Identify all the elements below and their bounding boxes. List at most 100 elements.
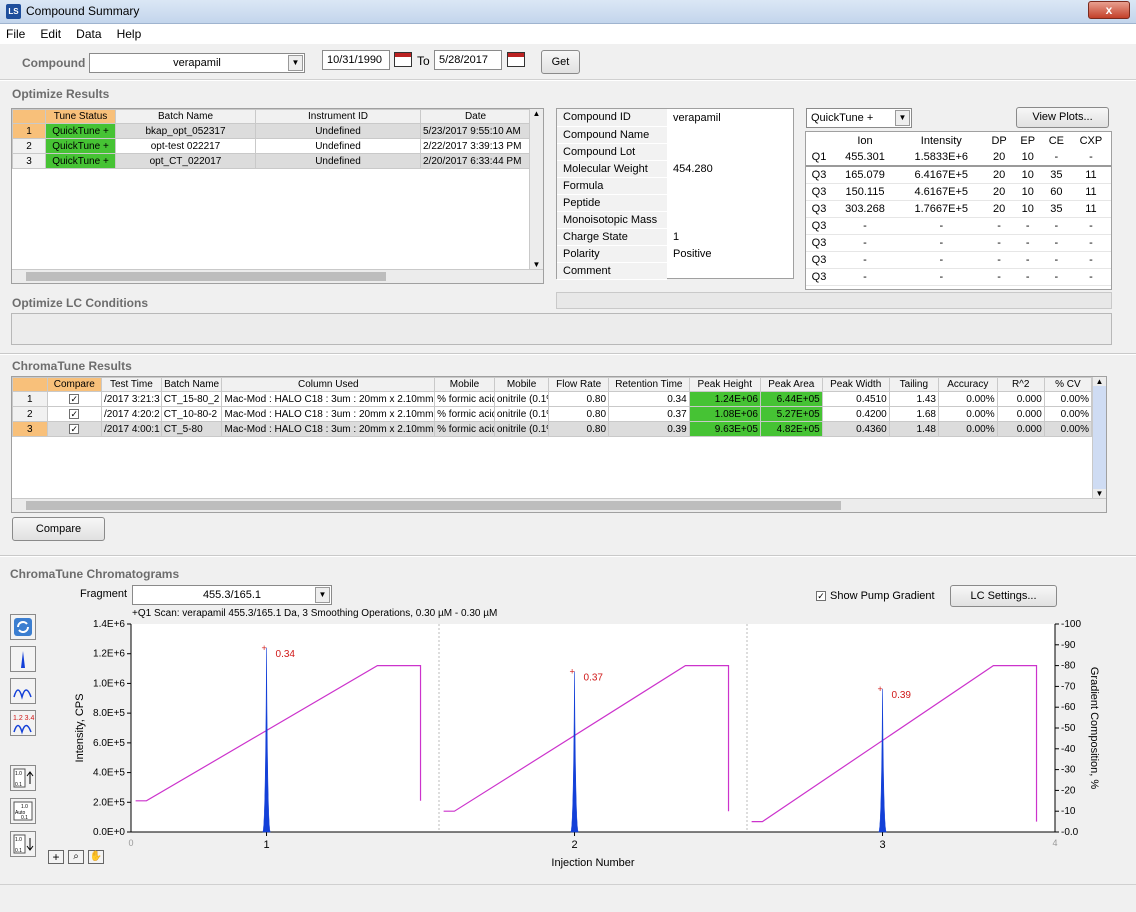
menu-data[interactable]: Data	[70, 24, 107, 41]
y-tick-label: 8.0E+5	[93, 708, 125, 719]
overlay-peaks-icon	[13, 689, 32, 700]
chevron-down-icon[interactable]: ▼	[315, 587, 330, 603]
y-tick-label: 4.0E+5	[93, 768, 125, 779]
col-header[interactable]: Date	[420, 109, 531, 124]
svg-text:0.1: 0.1	[15, 848, 22, 854]
zoom-up-button[interactable]: 1.0 0.1	[10, 765, 36, 791]
col-header[interactable]: Tune Status	[45, 109, 116, 124]
table-row[interactable]: 3 QuickTune + opt_CT_022017 Undefined 2/…	[12, 153, 531, 169]
table-row[interactable]: 2 ✓ /2017 4:20:2 CT_10-80-2 Mac-Mod : HA…	[12, 406, 1093, 422]
y-tick-label: 2.0E+5	[93, 797, 125, 808]
y2-tick-label: -60	[1061, 702, 1076, 713]
chromatune-table: Compare Test Time Batch Name Column Used…	[11, 376, 1107, 513]
x-range-label: 0	[128, 838, 133, 848]
y2-tick-label: -80	[1061, 661, 1076, 672]
chevron-down-icon[interactable]: ▼	[895, 110, 910, 126]
peak-view-button[interactable]	[10, 646, 36, 672]
chevron-down-icon[interactable]: ▼	[288, 55, 303, 71]
date-to-field[interactable]: 5/28/2017	[434, 50, 502, 70]
quicktune-table: Ion Intensity DP EP CE CXP Q1 455.301 1.58…	[805, 131, 1112, 290]
corner-cell[interactable]	[12, 377, 48, 392]
col-header[interactable]: Instrument ID	[255, 109, 421, 124]
view-plots-button[interactable]: View Plots...	[1016, 107, 1109, 128]
svg-text:0.1: 0.1	[15, 782, 22, 788]
overlay-view-button[interactable]	[10, 678, 36, 704]
toolbar: Compound verapamil ▼ 10/31/1990 To 5/28/…	[0, 44, 1136, 80]
col-header[interactable]: Batch Name	[115, 109, 256, 124]
table-row[interactable]: 1 ✓ /2017 3:21:3 CT_15-80_2 Mac-Mod : HA…	[12, 391, 1093, 407]
scale-down-icon: 1.0 0.1	[13, 834, 34, 854]
auto-scale-button[interactable]: 1.0 Auto 0.1	[10, 798, 36, 824]
compare-checkbox[interactable]: ✓	[69, 393, 80, 404]
x-range-label: 4	[1052, 838, 1057, 848]
menu-help[interactable]: Help	[111, 24, 148, 41]
table-row[interactable]: Q3- - - - - -	[806, 251, 1111, 269]
show-pump-gradient-label: Show Pump Gradient	[830, 590, 935, 602]
x-tick-label: 2	[571, 839, 577, 851]
table-row[interactable]: Q3 303.268 1.7667E+5 20 10 35 11	[806, 200, 1111, 218]
chromatune-title: ChromaTune Results	[12, 359, 132, 373]
get-button[interactable]: Get	[541, 50, 580, 74]
menu-bar: File Edit Data Help	[0, 24, 1136, 44]
zoom-down-button[interactable]: 1.0 0.1	[10, 831, 36, 857]
table-row[interactable]: Q3- - - - - -	[806, 268, 1111, 286]
y2-tick-label: -20	[1061, 785, 1076, 796]
lc-settings-button[interactable]: LC Settings...	[950, 585, 1057, 607]
date-from-field[interactable]: 10/31/1990	[322, 50, 390, 70]
status-bar	[0, 884, 1136, 912]
svg-text:1.0: 1.0	[15, 771, 22, 777]
table-row[interactable]: 3 ✓ /2017 4:00:1 CT_5-80 Mac-Mod : HALO …	[12, 421, 1093, 437]
table-row[interactable]: 2 QuickTune + opt-test 022217 Undefined …	[12, 138, 531, 154]
svg-text:1.0: 1.0	[15, 837, 22, 843]
compare-checkbox[interactable]: ✓	[69, 408, 80, 419]
peak-rt-label: 0.34	[276, 649, 296, 660]
table-row[interactable]: Q3- - - - - -	[806, 217, 1111, 235]
vertical-scrollbar[interactable]: ▲ ▼	[1092, 377, 1106, 498]
compound-select[interactable]: verapamil ▼	[89, 53, 305, 73]
calendar-icon[interactable]	[507, 52, 525, 67]
y2-tick-label: -30	[1061, 765, 1076, 776]
vertical-scrollbar[interactable]: ▲ ▼	[529, 109, 543, 269]
compare-button[interactable]: Compare	[12, 517, 105, 541]
show-pump-gradient-checkbox[interactable]: ✓	[816, 591, 826, 601]
y-tick-label: 1.4E+6	[93, 619, 125, 630]
peak-rt-label: 0.37	[584, 673, 604, 684]
menu-file[interactable]: File	[0, 24, 31, 41]
y2-tick-label: -70	[1061, 681, 1076, 692]
y-tick-label: 6.0E+5	[93, 738, 125, 749]
compare-checkbox[interactable]: ✓	[69, 423, 80, 434]
chromatogram-chart[interactable]: 0.0E+0 2.0E+5 4.0E+5 6.0E+5 8.0E+5 1.0E+6 1.2E…	[40, 610, 1136, 882]
fragment-select[interactable]: 455.3/165.1 ▼	[132, 585, 332, 605]
menu-edit[interactable]: Edit	[34, 24, 67, 41]
to-label: To	[417, 54, 430, 68]
optimize-title: Optimize Results	[12, 87, 110, 101]
y2-tick-label: -10	[1061, 806, 1076, 817]
labeled-peaks-button[interactable]: 1.2 3.4	[10, 710, 36, 736]
y2-tick-label: -40	[1061, 744, 1076, 755]
auto-scale-icon: 1.0Auto0.1	[13, 801, 33, 821]
y2-tick-label: -50	[1061, 723, 1076, 734]
table-row[interactable]: 1 QuickTune + bkap_opt_052317 Undefined …	[12, 123, 531, 139]
refresh-button[interactable]	[10, 614, 36, 640]
compound-id-value[interactable]: verapamil	[667, 109, 793, 126]
app-logo-icon: LS	[6, 4, 21, 19]
svg-text:1.2 3.4: 1.2 3.4	[13, 715, 35, 722]
horizontal-scrollbar[interactable]	[12, 269, 543, 283]
close-button[interactable]: x	[1088, 1, 1130, 19]
x-axis-label: Injection Number	[551, 857, 634, 869]
y-tick-label: 0.0E+0	[93, 827, 125, 838]
quicktune-select[interactable]: QuickTune + ▼	[806, 108, 912, 128]
lc-conditions-title: Optimize LC Conditions	[12, 296, 148, 310]
corner-cell[interactable]	[12, 109, 46, 124]
title-bar: LS Compound Summary x	[0, 0, 1136, 24]
horizontal-scrollbar[interactable]	[12, 498, 1106, 512]
labeled-peaks-icon: 1.2 3.4	[13, 715, 35, 735]
table-row[interactable]: Q3- - - - - -	[806, 234, 1111, 252]
lc-conditions-panel	[11, 313, 1112, 345]
table-row[interactable]: Q3 150.115 4.6167E+5 20 10 60 11	[806, 183, 1111, 201]
calendar-icon[interactable]	[394, 52, 412, 67]
table-row[interactable]: Q3 165.079 6.4167E+5 20 10 35 11	[806, 166, 1111, 184]
compound-label: Compound	[22, 56, 86, 70]
lc-progress-bar	[556, 292, 1112, 309]
table-row[interactable]: Q1 455.301 1.5833E+6 20 10- -	[806, 149, 1111, 167]
